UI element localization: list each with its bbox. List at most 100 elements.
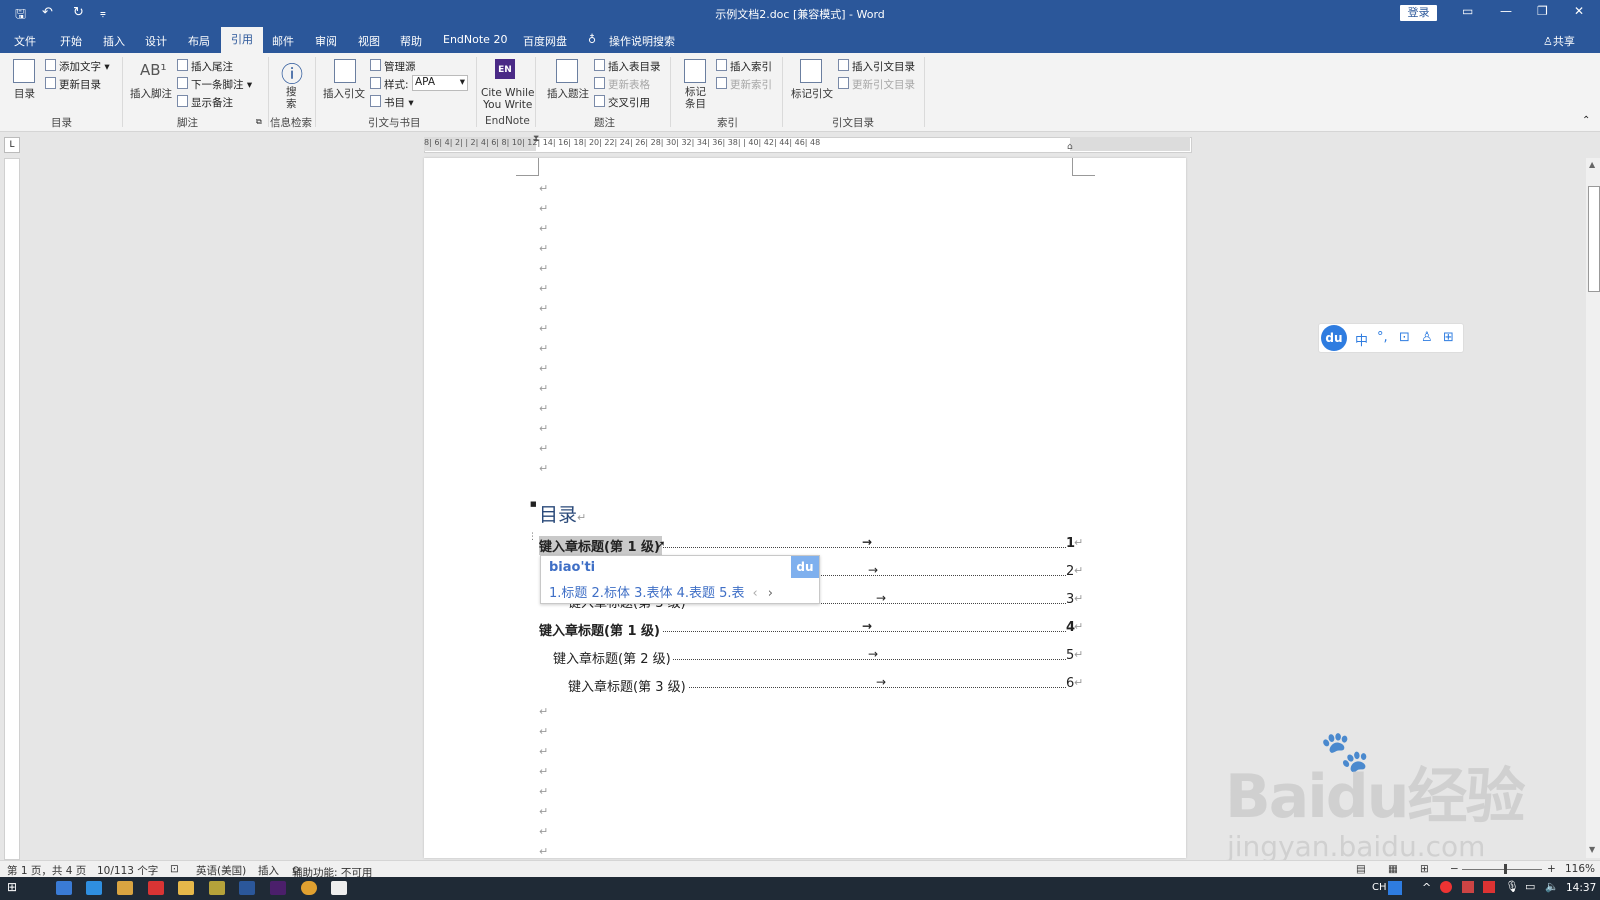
tray-chevron-icon[interactable]: ^ <box>1422 881 1431 894</box>
taskbar-app-icon[interactable] <box>148 881 164 895</box>
language[interactable]: 英语(美国) <box>196 863 246 878</box>
manage-sources-button[interactable]: 管理源 <box>370 59 416 74</box>
next-footnote-button[interactable]: 下一条脚注 ▾ <box>177 77 252 92</box>
zoom-in-icon[interactable]: + <box>1547 863 1556 875</box>
zoom-slider[interactable] <box>1462 869 1542 870</box>
minimize-icon[interactable]: — <box>1500 4 1512 18</box>
microphone-icon[interactable]: 🎙 <box>1505 880 1519 893</box>
proofing-icon[interactable]: ⊡ <box>170 863 179 875</box>
word-count[interactable]: 10/113 个字 <box>97 863 158 878</box>
file-explorer-icon[interactable] <box>178 881 194 895</box>
tray-app-icon[interactable] <box>1440 881 1452 893</box>
mark-citation-button[interactable]: 标记引文 <box>791 86 833 101</box>
word-icon[interactable] <box>239 881 255 895</box>
mark-entry-icon[interactable] <box>684 59 706 83</box>
next-page-icon[interactable]: › <box>768 586 773 601</box>
endnote-icon[interactable]: EN <box>495 59 515 79</box>
scroll-down-icon[interactable]: ▼ <box>1589 845 1595 854</box>
insert-caption-icon[interactable] <box>556 59 578 83</box>
ime-candidate-window[interactable]: biao'ti du 1.标题 2.标体 3.表体 4.表题 5.表 ‹ › <box>540 555 820 604</box>
tab-endnote[interactable]: EndNote 20 <box>443 33 507 46</box>
insert-mode[interactable]: 插入 <box>258 863 279 878</box>
insert-caption-button[interactable]: 插入题注 <box>547 86 589 101</box>
tell-me-search[interactable]: 操作说明搜索 <box>609 33 675 49</box>
tab-design[interactable]: 设计 <box>145 33 167 49</box>
tab-home[interactable]: 开始 <box>60 33 82 49</box>
volume-icon[interactable]: 🔈 <box>1545 880 1559 893</box>
footnote-icon[interactable]: AB¹ <box>140 61 167 79</box>
update-index-button[interactable]: 更新索引 <box>716 77 772 92</box>
toc-entry[interactable]: 键入章标题(第 2 级) → 5 ↵ <box>553 647 1085 667</box>
zoom-slider-thumb[interactable] <box>1504 864 1507 874</box>
show-notes-button[interactable]: 显示备注 <box>177 95 233 110</box>
add-text-button[interactable]: 添加文字 ▾ <box>45 59 110 74</box>
taskbar-app-icon[interactable] <box>56 881 72 895</box>
windows-start-icon[interactable]: ⊞ <box>7 880 23 894</box>
toc-entry[interactable]: 键入章标题(第 1 级) → 4 ↵ <box>539 619 1085 639</box>
network-icon[interactable]: ▭ <box>1525 880 1535 893</box>
read-mode-icon[interactable]: ▤ <box>1356 863 1366 875</box>
vertical-ruler[interactable] <box>4 158 20 860</box>
punctuation-icon[interactable]: °, <box>1377 330 1388 345</box>
toc-button[interactable]: 目录 <box>14 86 35 101</box>
move-handle-icon[interactable]: ⋮ <box>528 532 537 542</box>
update-toc-button[interactable]: 更新目录 <box>45 77 101 92</box>
chrome-icon[interactable] <box>301 881 317 895</box>
ribbon-display-options-icon[interactable]: ▭ <box>1462 4 1473 18</box>
taskbar-app-icon[interactable] <box>86 881 102 895</box>
tab-view[interactable]: 视图 <box>358 33 380 49</box>
mark-citation-icon[interactable] <box>800 59 822 83</box>
close-icon[interactable]: ✕ <box>1574 4 1584 18</box>
toc-entry[interactable]: 键入章标题(第 3 级) → 6 ↵ <box>568 675 1085 695</box>
baidu-ime-icon[interactable]: du <box>1321 325 1347 351</box>
tab-review[interactable]: 审阅 <box>315 33 337 49</box>
toc-entry[interactable]: 键入章标题(第 1 级) → 1 ↵ <box>539 535 1085 555</box>
baidu-ime-tray-icon[interactable] <box>1388 881 1402 895</box>
insert-index-button[interactable]: 插入索引 <box>716 59 772 74</box>
tray-app-icon[interactable] <box>1483 881 1495 893</box>
insert-table-of-authorities-button[interactable]: 插入引文目录 <box>838 59 915 74</box>
ime-candidates[interactable]: 1.标题 2.标体 3.表体 4.表题 5.表 ‹ › <box>549 582 773 601</box>
login-button[interactable]: 登录 <box>1400 5 1437 21</box>
tab-insert[interactable]: 插入 <box>103 33 125 49</box>
tab-baidu-netdisk[interactable]: 百度网盘 <box>523 33 567 49</box>
search-button[interactable]: 搜 索 <box>286 86 297 110</box>
scroll-up-icon[interactable]: ▲ <box>1589 160 1595 169</box>
indent-marker-icon[interactable]: ⧗ <box>533 134 539 144</box>
insert-citation-button[interactable]: 插入引文 <box>323 86 365 101</box>
prev-page-icon[interactable]: ‹ <box>753 586 758 601</box>
insert-endnote-button[interactable]: 插入尾注 <box>177 59 233 74</box>
user-icon[interactable]: ♙ <box>1421 330 1433 345</box>
mark-entry-button[interactable]: 标记 条目 <box>685 86 706 110</box>
toc-heading[interactable]: 目录↵ <box>539 500 586 527</box>
share-button[interactable]: ♙共享 <box>1543 33 1575 49</box>
zoom-level[interactable]: 116% <box>1565 863 1595 875</box>
premiere-icon[interactable] <box>270 881 286 895</box>
insert-table-of-figures-button[interactable]: 插入表目录 <box>594 59 661 74</box>
bibliography-button[interactable]: 书目 ▾ <box>370 95 414 110</box>
taskbar-app-icon[interactable] <box>117 881 133 895</box>
zoom-out-icon[interactable]: − <box>1450 863 1459 875</box>
search-icon[interactable]: ⓘ <box>281 57 303 89</box>
update-table-of-authorities-button[interactable]: 更新引文目录 <box>838 77 915 92</box>
scroll-thumb[interactable] <box>1588 186 1600 292</box>
tab-help[interactable]: 帮助 <box>400 33 422 49</box>
taskbar-app-icon[interactable] <box>331 881 347 895</box>
collapse-ribbon-icon[interactable]: ⌃ <box>1582 115 1590 126</box>
cross-reference-button[interactable]: 交叉引用 <box>594 95 650 110</box>
tab-selector[interactable]: L <box>4 137 20 153</box>
update-table-button[interactable]: 更新表格 <box>594 77 650 92</box>
tab-file[interactable]: 文件 <box>14 33 36 49</box>
tab-layout[interactable]: 布局 <box>188 33 210 49</box>
style-select[interactable]: APA ▾ <box>412 75 468 91</box>
right-indent-marker-icon[interactable]: ⌂ <box>1067 142 1073 152</box>
grid-icon[interactable]: ⊞ <box>1443 330 1454 345</box>
print-layout-icon[interactable]: ▦ <box>1388 863 1398 875</box>
insert-citation-icon[interactable] <box>334 59 356 83</box>
tray-app-icon[interactable] <box>1462 881 1474 893</box>
chinese-mode-icon[interactable]: 中 <box>1355 330 1368 349</box>
taskbar-app-icon[interactable] <box>209 881 225 895</box>
clock[interactable]: 14:37 <box>1566 882 1596 894</box>
page-count[interactable]: 第 1 页，共 4 页 <box>7 863 86 878</box>
ime-toolbar[interactable]: du 中 °, ⊡ ♙ ⊞ <box>1318 323 1464 353</box>
